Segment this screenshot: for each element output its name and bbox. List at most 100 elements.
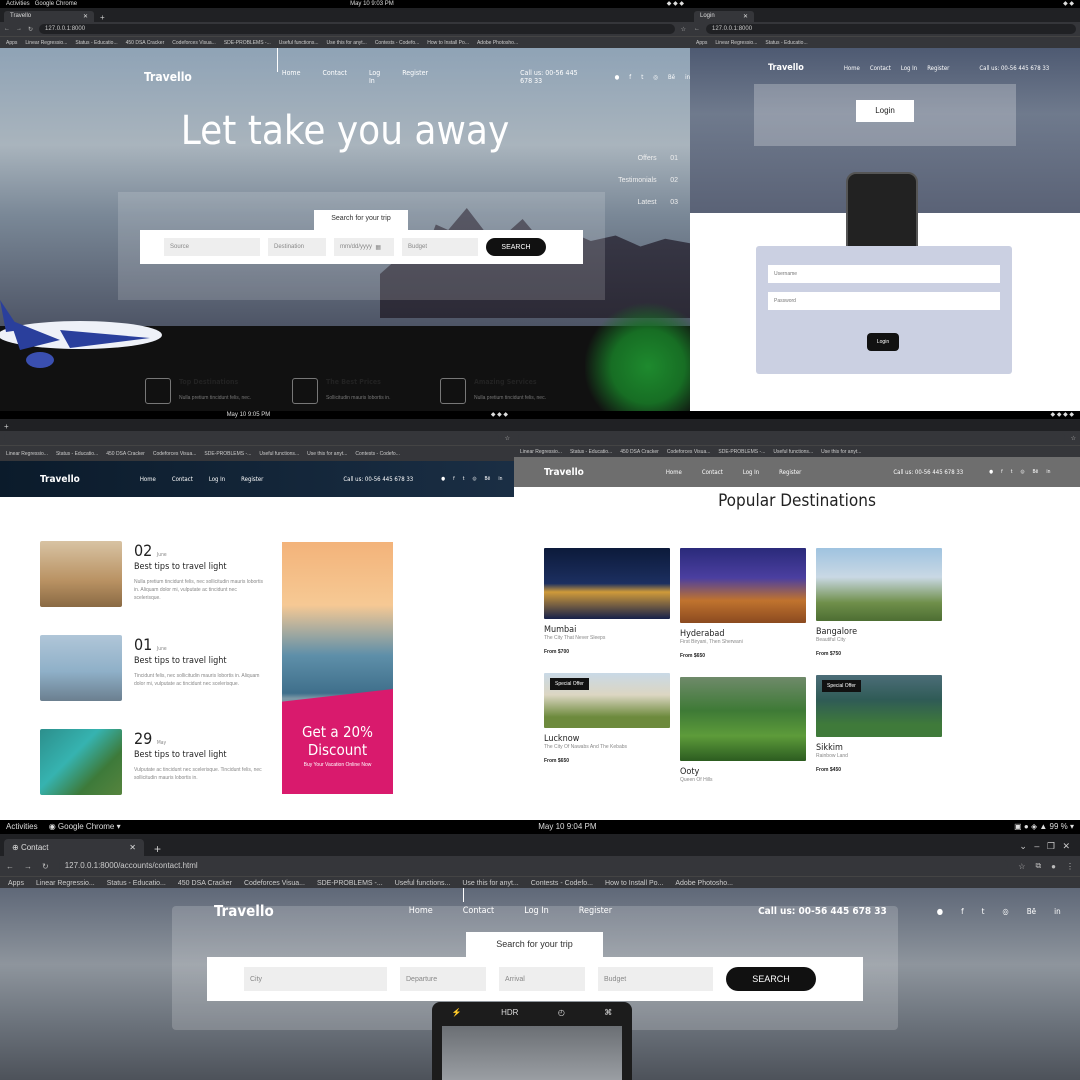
url-field[interactable]: 127.0.0.1:8000/accounts/contact.html (58, 859, 1009, 873)
reload-icon[interactable]: ↻ (28, 26, 33, 33)
twitter-icon[interactable]: t (641, 74, 643, 81)
nav-register[interactable]: Register (579, 906, 612, 916)
forward-icon[interactable]: → (24, 862, 32, 871)
bookmark-item[interactable]: SDE-PROBLEMS -... (718, 449, 765, 455)
budget-input[interactable]: Budget (598, 967, 713, 991)
behance-icon[interactable]: Bē (668, 74, 675, 81)
behance-icon[interactable]: Bē (1032, 469, 1038, 475)
blog-post[interactable]: 02 June Best tips to travel light Nulla pr… (40, 541, 264, 607)
nav-login[interactable]: Log In (369, 69, 380, 85)
browser-tab[interactable]: Travello ✕ (4, 11, 94, 22)
bookmark-item[interactable]: Useful functions... (395, 880, 451, 887)
bookmark-item[interactable]: SDE-PROBLEMS -... (317, 880, 383, 887)
back-icon[interactable]: ← (694, 26, 700, 32)
side-item-offers[interactable]: Offers 01 (618, 148, 678, 170)
search-button[interactable]: SEARCH (726, 967, 816, 991)
bookmark-item[interactable]: 450 DSA Cracker (106, 451, 145, 457)
dribbble-icon[interactable]: ◎ (473, 476, 477, 482)
star-icon[interactable]: ☆ (505, 435, 510, 442)
bookmark-item[interactable]: SDE-PROBLEMS -... (224, 40, 271, 46)
bookmark-item[interactable]: Linear Regressio... (25, 40, 67, 46)
brand-logo[interactable]: Travello (40, 474, 80, 485)
bookmark-item[interactable]: Adobe Photosho... (675, 880, 733, 887)
side-item-latest[interactable]: Latest 03 (618, 192, 679, 214)
nav-register[interactable]: Register (241, 476, 263, 483)
app-menu[interactable]: Google Chrome (58, 822, 114, 831)
facebook-icon[interactable]: f (961, 907, 964, 916)
system-tray[interactable]: ◆ ◆ ◆ (491, 411, 508, 419)
browser-tab[interactable]: Login ✕ (694, 11, 754, 22)
login-button[interactable]: Login (867, 333, 899, 351)
bookmark-item[interactable]: Apps (6, 40, 17, 46)
profile-avatar[interactable]: ● (1051, 862, 1056, 871)
bookmark-item[interactable]: Adobe Photosho... (477, 40, 518, 46)
calendar-icon[interactable]: ▦ (375, 244, 381, 251)
brand-logo[interactable]: Travello (214, 902, 274, 920)
bookmark-item[interactable]: Contests - Codefo... (375, 40, 419, 46)
brand-logo[interactable]: Travello (768, 63, 804, 73)
star-icon[interactable]: ☆ (1071, 435, 1076, 442)
twitter-icon[interactable]: t (463, 476, 465, 482)
clock[interactable]: May 10 9:03 PM (350, 0, 394, 8)
clock[interactable]: May 10 9:05 PM (227, 411, 271, 419)
destination-card[interactable]: Special Offer Lucknow The City Of Nawabs … (544, 673, 670, 764)
new-tab-icon[interactable]: + (4, 422, 9, 431)
activities-button[interactable]: Activities (6, 1, 30, 7)
nav-contact[interactable]: Contact (463, 906, 495, 916)
destination-card[interactable]: Hyderabad First Biryani, Then Sherwani Fro… (680, 548, 806, 659)
close-icon[interactable]: ✕ (129, 843, 136, 852)
bookmark-item[interactable]: Use this for anyt... (307, 451, 347, 457)
pinterest-icon[interactable]: ● (937, 907, 943, 916)
url-field[interactable]: 127.0.0.1:8000 (39, 24, 675, 34)
destination-card[interactable]: Mumbai The City That Never Sleeps From $70… (544, 548, 670, 655)
nav-register[interactable]: Register (402, 69, 428, 85)
facebook-icon[interactable]: f (453, 476, 455, 482)
twitter-icon[interactable]: t (1011, 469, 1013, 475)
behance-icon[interactable]: Bē (484, 476, 490, 482)
reload-icon[interactable]: ↻ (42, 862, 49, 871)
post-title[interactable]: Best tips to travel light (134, 656, 264, 666)
bookmark-item[interactable]: Status - Educatio... (765, 40, 807, 46)
brand-logo[interactable]: Travello (144, 70, 192, 84)
discount-banner[interactable]: Get a 20% Discount Buy Your Vacation Onl… (282, 542, 393, 794)
pinterest-icon[interactable]: ● (989, 469, 993, 475)
nav-register[interactable]: Register (927, 65, 949, 72)
back-icon[interactable]: ← (6, 862, 14, 871)
battery-indicator[interactable]: 99 % (1050, 822, 1068, 831)
nav-login[interactable]: Log In (901, 65, 917, 72)
system-tray[interactable]: ◆ ◆ (1063, 0, 1074, 8)
bookmark-item[interactable]: 450 DSA Cracker (620, 449, 659, 455)
dribbble-icon[interactable]: ◎ (653, 74, 658, 81)
destination-card[interactable]: Special Offer Sikkim Rainbow Land From $45… (816, 675, 942, 773)
login-tab[interactable]: Login (856, 100, 914, 122)
nav-login[interactable]: Log In (524, 906, 549, 916)
nav-home[interactable]: Home (140, 476, 156, 483)
username-input[interactable]: Username (768, 265, 1000, 283)
nav-home[interactable]: Home (409, 906, 433, 916)
bookmark-item[interactable]: Linear Regressio... (715, 40, 757, 46)
city-input[interactable]: City (244, 967, 387, 991)
bookmark-item[interactable]: Use this for anyt... (327, 40, 367, 46)
budget-input[interactable]: Budget (402, 238, 478, 256)
system-tray[interactable]: ◆ ◆ ◆ ◆ (1051, 411, 1074, 419)
bookmark-item[interactable]: Apps (8, 880, 24, 887)
bookmark-item[interactable]: Linear Regressio... (6, 451, 48, 457)
bookmark-item[interactable]: Status - Educatio... (75, 40, 117, 46)
linkedin-icon[interactable]: in (1054, 907, 1061, 916)
destination-card[interactable]: Ooty Queen Of Hills (680, 677, 806, 783)
browser-tab[interactable]: ⊕ Contact ✕ (4, 839, 144, 856)
bookmark-item[interactable]: Use this for anyt... (821, 449, 861, 455)
bookmark-item[interactable]: Status - Educatio... (56, 451, 98, 457)
bookmark-item[interactable]: Status - Educatio... (570, 449, 612, 455)
nav-contact[interactable]: Contact (702, 469, 723, 476)
arrival-input[interactable]: Arrival (499, 967, 585, 991)
bookmark-item[interactable]: How to Install Po... (427, 40, 469, 46)
pinterest-icon[interactable]: ● (441, 476, 445, 482)
nav-login[interactable]: Log In (743, 469, 759, 476)
blog-post[interactable]: 01 June Best tips to travel light Tincidun… (40, 635, 264, 701)
system-tray[interactable]: ◆ ◆ ◆ (667, 0, 684, 8)
twitter-icon[interactable]: t (982, 907, 985, 916)
bookmark-item[interactable]: Linear Regressio... (520, 449, 562, 455)
destination-card[interactable]: Bangalore Beautiful City From $750 (816, 548, 942, 657)
source-input[interactable]: Source (164, 238, 260, 256)
